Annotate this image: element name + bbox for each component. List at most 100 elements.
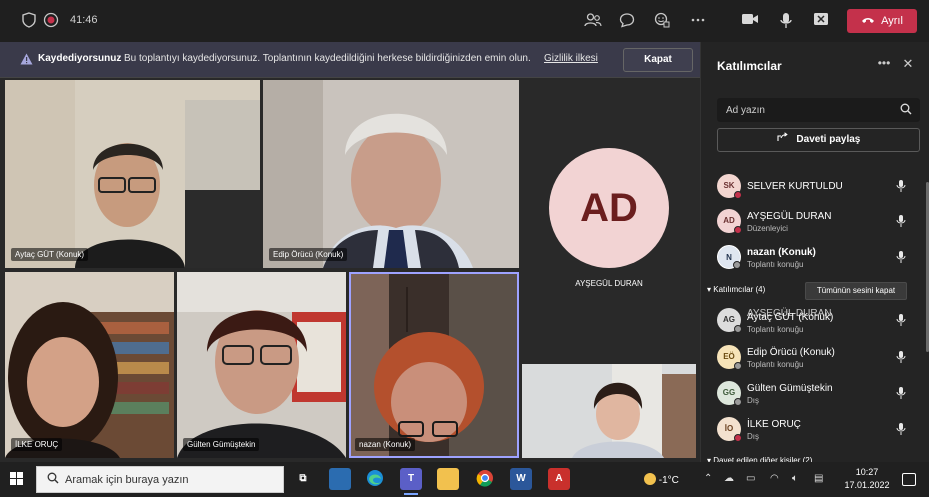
participant-name: nazan (Konuk) [747, 247, 816, 258]
video-tile-aytac[interactable]: Aytaç GÜT (Konuk) [5, 80, 260, 268]
participant-row[interactable]: EÖ Edip Örücü (Konuk) Toplantı konuğu [701, 341, 923, 375]
participant-name: AYŞEGÜL DURAN [747, 211, 832, 222]
leave-label: Ayrıl [881, 15, 903, 27]
participant-role: Dış [747, 432, 759, 441]
avatar[interactable]: AD [549, 148, 669, 268]
presence-indicator [734, 362, 742, 370]
search-icon [47, 472, 59, 487]
video-tile-nazan[interactable]: nazan (Konuk) [349, 272, 519, 458]
share-invite-label: Daveti paylaş [796, 134, 861, 145]
share-invite-button[interactable]: Daveti paylaş [717, 128, 920, 152]
chevron-down-icon: ▾ [707, 285, 712, 294]
microphone-icon[interactable] [895, 386, 907, 400]
avatar: EÖ [717, 345, 742, 370]
taskbar-clock[interactable]: 10:27 17.01.2022 [840, 466, 894, 492]
banner-message: Bu toplantıyı kaydediyorsunuz. Toplantın… [124, 53, 531, 64]
attendees-section-header[interactable]: ▾ Katılımcılar (4) [707, 285, 765, 294]
keyboard-icon[interactable]: ▤ [814, 473, 823, 484]
more-options-icon[interactable] [689, 12, 707, 30]
panel-title: Katılımcılar [717, 59, 782, 73]
video-tile-gulten[interactable]: Gülten Gümüştekin [177, 272, 346, 458]
presence-indicator [734, 434, 742, 442]
warning-icon [20, 53, 33, 65]
file-explorer-icon[interactable] [437, 468, 459, 490]
acrobat-app-icon[interactable]: A [548, 468, 570, 490]
volume-icon[interactable]: 🔈︎ [792, 473, 798, 484]
shield-icon[interactable] [20, 12, 38, 30]
mute-all-button[interactable]: Tümünün sesini kapat [805, 282, 907, 300]
clock-date: 17.01.2022 [844, 480, 890, 490]
notification-icon[interactable] [902, 473, 916, 486]
onedrive-icon[interactable]: ☁ [724, 473, 734, 484]
microphone-icon[interactable] [895, 313, 907, 327]
teams-app-icon[interactable]: T [400, 468, 422, 495]
video-frame [5, 272, 174, 458]
participant-row[interactable]: AD AYŞEGÜL DURAN Düzenleyici [701, 205, 923, 239]
windows-start-icon[interactable] [10, 472, 24, 486]
video-frame [522, 364, 696, 458]
participant-name-label: nazan (Konuk) [355, 438, 416, 451]
teams-meeting-window: 41:46 Ayrıl Kaydediyorsunuz Bu toplantıy… [0, 0, 929, 465]
edge-browser-icon[interactable] [364, 468, 386, 490]
wifi-icon[interactable]: ◠ [770, 473, 779, 484]
video-tile-ilke[interactable]: İLKE ORUÇ [5, 272, 174, 458]
record-icon [42, 12, 60, 30]
participant-name: SELVER KURTULDU [747, 181, 843, 192]
word-app-icon[interactable]: W [510, 468, 532, 490]
weather-icon [644, 473, 656, 485]
participant-name: Edip Örücü (Konuk) [747, 347, 835, 358]
microphone-icon[interactable] [895, 422, 907, 436]
network-icon[interactable]: ▭ [746, 473, 755, 484]
chat-icon[interactable] [618, 12, 636, 30]
microphone-icon[interactable] [895, 214, 907, 228]
task-view-icon[interactable]: ⧉ [292, 468, 314, 490]
presence-indicator [734, 325, 742, 333]
weather-temperature: -1°C [658, 475, 679, 486]
video-tile-self[interactable] [522, 364, 696, 458]
avatar: SK [717, 174, 742, 199]
microphone-icon[interactable] [895, 179, 907, 193]
video-tile-edip[interactable]: Edip Örücü (Konuk) [263, 80, 519, 268]
participant-role: Dış [747, 396, 759, 405]
participant-row[interactable]: GG Gülten Gümüştekin Dış [701, 377, 923, 411]
microphone-icon[interactable] [895, 350, 907, 364]
more-options-icon[interactable]: ••• [877, 56, 891, 70]
share-icon [777, 132, 791, 145]
close-icon[interactable]: ✕ [901, 56, 915, 72]
leave-button[interactable]: Ayrıl [847, 9, 917, 33]
participant-row[interactable]: İO İLKE ORUÇ Dış [701, 413, 923, 447]
participants-icon[interactable] [584, 12, 602, 30]
avatar: AD [717, 209, 742, 234]
search-icon[interactable] [899, 103, 913, 117]
reactions-icon[interactable] [653, 12, 671, 30]
avatar: AG [717, 308, 742, 333]
chrome-browser-icon[interactable] [474, 468, 496, 490]
video-frame [349, 272, 519, 458]
participant-role: Toplantı konuğu [747, 260, 804, 269]
taskbar-search[interactable]: Aramak için buraya yazın [36, 466, 284, 493]
participant-row[interactable]: SK SELVER KURTULDU [701, 170, 923, 204]
camera-icon[interactable] [741, 12, 759, 30]
participant-search[interactable] [717, 98, 920, 122]
presence-indicator [734, 191, 742, 199]
microphone-icon[interactable] [895, 250, 907, 264]
share-screen-icon[interactable] [812, 12, 830, 30]
participant-role: Düzenleyici [747, 224, 788, 233]
video-frame [5, 80, 260, 268]
participant-row[interactable]: N nazan (Konuk) Toplantı konuğu [701, 241, 923, 275]
banner-close-button[interactable]: Kapat [623, 48, 693, 72]
video-frame [177, 272, 346, 458]
meeting-timer: 41:46 [70, 14, 98, 26]
weather-widget[interactable]: -1°C [644, 473, 679, 486]
tray-expand-icon[interactable]: ⌃ [704, 473, 712, 484]
participant-row[interactable]: AG AYŞEGÜL DURAN Aytaç GÜT (Konuk) Topla… [701, 304, 923, 338]
avatar: GG [717, 381, 742, 406]
participant-name-label: Gülten Gümüştekin [183, 438, 260, 451]
search-input[interactable] [718, 99, 898, 121]
clock-time: 10:27 [855, 467, 879, 477]
microphone-icon[interactable] [777, 12, 795, 30]
recording-banner: Kaydediyorsunuz Bu toplantıyı kaydediyor… [0, 42, 700, 78]
privacy-policy-link[interactable]: Gizlilik ilkesi [544, 53, 598, 64]
participant-name: İLKE ORUÇ [747, 419, 801, 430]
desktop-app-icon[interactable] [329, 468, 351, 490]
